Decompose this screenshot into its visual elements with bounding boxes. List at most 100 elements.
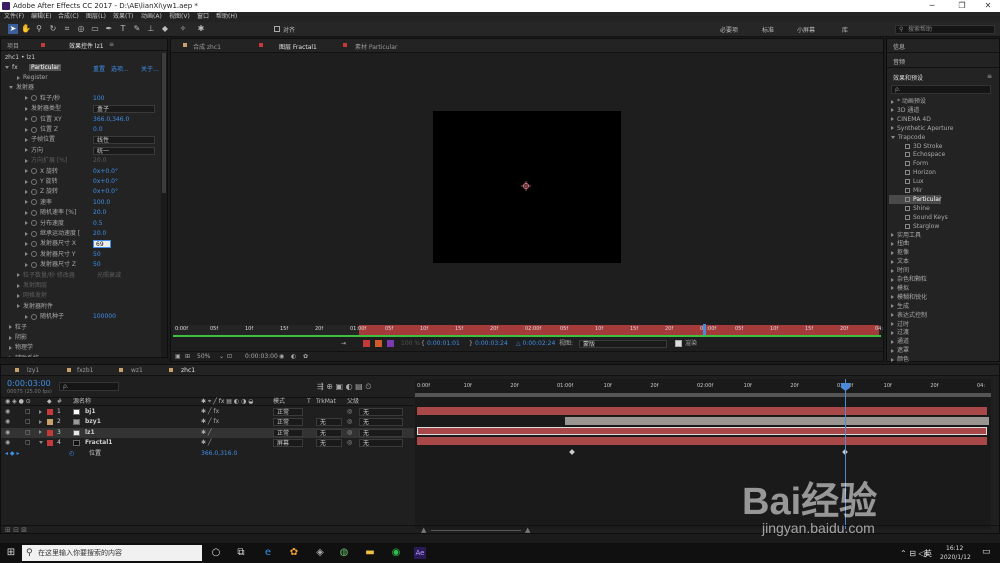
expand-triangle-icon[interactable] bbox=[39, 419, 42, 424]
purple-button[interactable] bbox=[387, 340, 394, 347]
tab-composition[interactable]: 合成 zhc1 bbox=[193, 42, 221, 51]
workspace-standard[interactable]: 标准 bbox=[762, 25, 774, 34]
workspace-small-screen[interactable]: 小屏幕 bbox=[797, 25, 815, 34]
expand-triangle-icon[interactable] bbox=[891, 117, 894, 122]
effects-tree-item[interactable]: 抠像 bbox=[889, 248, 909, 257]
effect-property-row[interactable]: 随机种子 bbox=[1, 312, 64, 322]
audio-panel-tab[interactable]: 音频 bbox=[893, 57, 905, 66]
expand-triangle-icon[interactable] bbox=[25, 252, 28, 257]
effects-tree-item[interactable]: 时间 bbox=[889, 266, 909, 275]
effects-tree-item[interactable]: 3D Stroke bbox=[889, 142, 942, 151]
effect-property-row[interactable]: Z 旋转 bbox=[1, 187, 58, 197]
expand-triangle-icon[interactable] bbox=[891, 304, 894, 309]
expand-triangle-icon[interactable] bbox=[891, 233, 894, 237]
property-value[interactable]: 100 bbox=[93, 94, 104, 104]
menu-layer[interactable]: 图层(L) bbox=[86, 12, 106, 22]
expand-triangle-icon[interactable] bbox=[25, 262, 28, 267]
layer-label-color[interactable] bbox=[47, 440, 53, 447]
effect-property-row[interactable]: 辅助系统 bbox=[1, 354, 39, 357]
timeline-search-input[interactable]: ρ. bbox=[59, 382, 119, 391]
stopwatch-icon[interactable] bbox=[31, 220, 37, 227]
effects-tree-item[interactable]: 杂色和颗粒 bbox=[889, 275, 927, 284]
stopwatch-icon[interactable] bbox=[31, 116, 37, 123]
stopwatch-icon[interactable] bbox=[31, 168, 37, 175]
stopwatch-icon[interactable]: ◴ bbox=[69, 449, 74, 459]
parent-dropdown[interactable]: 无 bbox=[359, 428, 403, 437]
property-dropdown[interactable]: 线性 bbox=[93, 136, 155, 145]
clock-time[interactable]: 16:12 bbox=[946, 545, 963, 552]
visibility-eye-icon[interactable]: ◉ bbox=[5, 417, 10, 427]
effect-property-row[interactable]: 发射器附件 bbox=[1, 302, 53, 312]
workspace-library[interactable]: 库 bbox=[842, 25, 848, 34]
edge-icon[interactable]: e bbox=[262, 547, 274, 559]
stopwatch-icon[interactable] bbox=[31, 199, 37, 206]
property-dropdown[interactable]: 光照衰减 bbox=[97, 271, 121, 281]
puppet-tool-icon[interactable]: ✱ bbox=[196, 24, 206, 34]
effects-tree-item[interactable]: 实用工具 bbox=[889, 231, 921, 240]
windows-start-icon[interactable]: ⊞ bbox=[5, 547, 17, 559]
tab-zhc1[interactable]: zhc1 bbox=[181, 367, 195, 374]
menu-edit[interactable]: 编辑(E) bbox=[31, 12, 51, 22]
red-channel-button[interactable] bbox=[363, 340, 370, 347]
text-tool-icon[interactable]: T bbox=[118, 24, 128, 34]
after-effects-taskbar-icon[interactable]: Ae bbox=[414, 547, 426, 559]
tab-wz1[interactable]: wz1 bbox=[131, 367, 143, 374]
effects-tree-item[interactable]: Trapcode bbox=[889, 133, 925, 142]
timeline-layer-row[interactable]: ◉ ▢ 1 bj1 ✱ ╱ fx 正常 ◎ 无 bbox=[1, 407, 414, 417]
expand-triangle-icon[interactable] bbox=[891, 286, 894, 291]
keyframe-marker[interactable] bbox=[569, 449, 575, 455]
layer-label-color[interactable] bbox=[47, 419, 53, 426]
expand-triangle-icon[interactable] bbox=[25, 106, 28, 111]
expand-triangle-icon[interactable] bbox=[17, 283, 20, 288]
zoom-chevron-icon[interactable]: ⌄ bbox=[219, 352, 224, 362]
property-value[interactable]: 20.0 bbox=[93, 229, 106, 239]
out-point-value[interactable]: 0:00:03:24 bbox=[475, 339, 508, 349]
effects-tree-item[interactable]: Echospace bbox=[889, 150, 945, 159]
source-name-header[interactable]: 源名称 bbox=[73, 398, 91, 406]
layer-bar-lz1[interactable] bbox=[417, 427, 987, 435]
effect-property-row[interactable]: 速率 bbox=[1, 198, 52, 208]
viewer-timecode[interactable]: 0:00:03:00 bbox=[245, 352, 278, 362]
render-checkbox[interactable] bbox=[675, 340, 682, 347]
effect-property-row[interactable]: 发射器尺寸 X bbox=[1, 239, 76, 249]
expand-triangle-icon[interactable] bbox=[891, 322, 894, 326]
property-value[interactable]: 50 bbox=[93, 250, 101, 260]
effects-tree-item[interactable]: 3D 通道 bbox=[889, 106, 919, 115]
stopwatch-icon[interactable] bbox=[31, 251, 37, 258]
task-view-icon[interactable]: ⧉ bbox=[235, 547, 247, 559]
layer-bar-bj1[interactable] bbox=[417, 407, 987, 415]
menu-file[interactable]: 文件(F) bbox=[4, 12, 24, 22]
parent-dropdown[interactable]: 无 bbox=[359, 408, 403, 416]
effects-tree-item[interactable]: 颜色 bbox=[889, 355, 909, 363]
effects-tree-item[interactable]: 表达式控制 bbox=[889, 311, 927, 320]
effect-property-row[interactable]: 发射图层 bbox=[1, 281, 47, 291]
expand-triangle-icon[interactable] bbox=[25, 137, 28, 142]
expand-triangle-icon[interactable] bbox=[25, 241, 28, 246]
effect-property-row[interactable]: 位置 Z bbox=[1, 125, 58, 135]
expand-triangle-icon[interactable] bbox=[25, 117, 28, 122]
timeline-layer-row[interactable]: ◉ ▢ 2 bzy1 ✱ ╱ fx 正常 无 ◎ 无 bbox=[1, 417, 414, 427]
expand-triangle-icon[interactable] bbox=[9, 335, 12, 340]
effects-tree-item[interactable]: Mir bbox=[889, 186, 922, 195]
layer-switch-icons[interactable]: ✱ ╱ bbox=[201, 428, 212, 438]
fx-icon[interactable]: fx bbox=[12, 64, 18, 71]
expand-triangle-icon[interactable] bbox=[25, 158, 28, 163]
layer-name[interactable]: bj1 bbox=[85, 407, 96, 417]
camera-tool-icon[interactable]: ⌗ bbox=[62, 24, 72, 34]
expand-triangle-icon[interactable] bbox=[25, 148, 28, 153]
minimize-button[interactable]: ─ bbox=[922, 0, 942, 12]
expand-triangle-icon[interactable] bbox=[891, 126, 894, 131]
tab-fxzb1[interactable]: fxzb1 bbox=[77, 367, 93, 374]
clock-date[interactable]: 2020/1/12 bbox=[940, 554, 971, 561]
effects-tree-item[interactable]: 模糊和锐化 bbox=[889, 293, 927, 302]
expand-triangle-icon[interactable] bbox=[9, 86, 13, 90]
expand-triangle-icon[interactable] bbox=[891, 295, 894, 300]
lock-icon[interactable]: ▢ bbox=[25, 417, 31, 427]
tab-project[interactable]: 项目 bbox=[7, 41, 19, 50]
workspace-essentials[interactable]: 必要项 bbox=[720, 25, 738, 34]
expand-triangle-icon[interactable] bbox=[891, 357, 894, 362]
stopwatch-icon[interactable] bbox=[31, 178, 37, 185]
zoom-tool-icon[interactable]: ⚲ bbox=[34, 24, 44, 34]
expand-triangle-icon[interactable] bbox=[25, 314, 28, 319]
color-icon[interactable]: ✿ bbox=[303, 352, 308, 362]
